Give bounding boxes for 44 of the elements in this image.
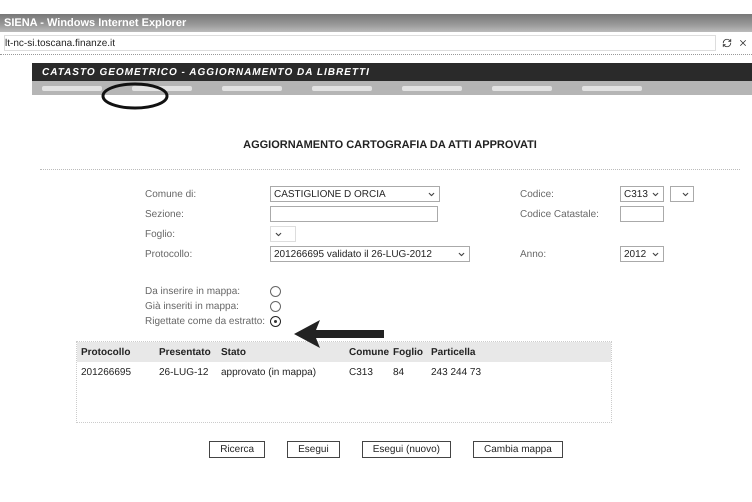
action-button[interactable]: Ricerca <box>209 441 266 458</box>
table-cell-text: C313 <box>349 366 374 378</box>
radio-label: Già inseriti in mappa: <box>145 301 240 312</box>
field-label: Codice: <box>520 188 555 200</box>
table-cell-text: 84 <box>393 366 406 378</box>
select-field[interactable]: 201266695 validato il 26-LUG-2012 <box>270 246 470 262</box>
table-cell-text: approvato (in mappa) <box>221 366 318 378</box>
table-cell-text: 243 244 73 <box>431 366 482 378</box>
field-label: Codice Catastale: <box>520 208 600 220</box>
window-title: SIENA - Windows Internet Explorer <box>4 17 186 29</box>
input-field[interactable] <box>270 206 438 222</box>
app-title: CATASTO GEOMETRICO - AGGIORNAMENTO DA LIBRETTI <box>42 66 370 78</box>
column-header: Particella <box>431 346 476 358</box>
address-field[interactable]: lt-nc-si.toscana.finanze.it <box>4 35 716 51</box>
radio-button[interactable] <box>270 286 281 297</box>
close-icon[interactable] <box>738 38 748 48</box>
field-label: Protocollo: <box>145 248 194 260</box>
column-header: Foglio <box>393 346 424 358</box>
menu-tab[interactable] <box>132 86 192 90</box>
radio-label: Rigettate come da estratto: <box>145 316 266 327</box>
select-field[interactable]: C313 <box>620 186 664 202</box>
action-button[interactable]: Esegui <box>287 441 340 458</box>
action-button[interactable]: Cambia mappa <box>472 441 563 458</box>
select-field[interactable]: 2012 <box>620 246 664 262</box>
table-cell-text: 201266695 <box>81 366 132 378</box>
refresh-icon[interactable] <box>722 38 732 48</box>
field-label: Sezione: <box>145 208 185 220</box>
radio-button[interactable] <box>270 301 281 312</box>
select-field[interactable]: CASTIGLIONE D ORCIA <box>270 186 440 202</box>
field-label: Foglio: <box>145 228 176 240</box>
field-label: Comune di: <box>145 188 198 200</box>
action-button[interactable]: Esegui (nuovo) <box>362 441 451 458</box>
column-header: Comune <box>349 346 390 358</box>
field-label: Anno: <box>520 248 548 260</box>
column-header: Presentato <box>159 346 212 358</box>
radio-button[interactable] <box>270 316 281 327</box>
table-cell-text: 26-LUG-12 <box>159 366 210 378</box>
input-field[interactable] <box>620 206 664 222</box>
radio-label: Da inserire in mappa: <box>145 286 242 297</box>
column-header: Protocollo <box>81 346 132 358</box>
column-header: Stato <box>221 346 247 358</box>
annotation-circle <box>100 82 170 110</box>
page-title: AGGIORNAMENTO CARTOGRAFIA DA ATTI APPROVATI <box>40 139 740 170</box>
select-field[interactable] <box>670 186 694 202</box>
